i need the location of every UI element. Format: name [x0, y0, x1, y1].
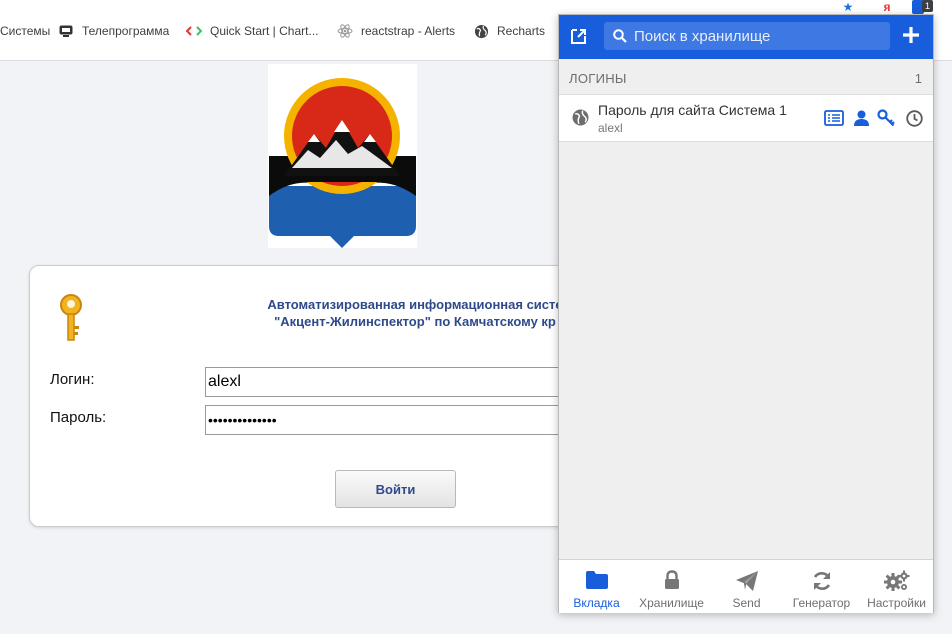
search-icon: [613, 29, 627, 48]
globe-icon: [473, 23, 489, 39]
bookmark-label: Телепрограмма: [82, 24, 170, 38]
vault-search-input[interactable]: Поиск в хранилище: [604, 22, 890, 50]
add-item-icon[interactable]: [902, 26, 924, 48]
password-manager-popup: Поиск в хранилище ЛОГИНЫ 1 Пароль для са…: [558, 14, 934, 613]
gears-icon: [859, 570, 934, 592]
login-item[interactable]: Пароль для сайта Система 1 alexl: [559, 94, 933, 142]
bookmark-label: Системы: [0, 24, 51, 38]
bookmark-label: reactstrap - Alerts: [361, 24, 456, 38]
section-count: 1: [914, 71, 922, 86]
password-input[interactable]: ••••••••••••••: [205, 405, 585, 435]
extension-badge: 1: [922, 0, 933, 12]
login-item-username: alexl: [598, 121, 623, 135]
key-icon: [58, 294, 84, 349]
login-item-name: Пароль для сайта Система 1: [598, 102, 787, 118]
nav-tab[interactable]: Вкладка: [559, 560, 634, 613]
bookmark-recharts[interactable]: Recharts: [473, 21, 545, 41]
search-placeholder: Поиск в хранилище: [634, 28, 771, 45]
lock-icon: [634, 570, 709, 592]
bookmark-reactstrap[interactable]: reactstrap - Alerts: [337, 21, 455, 41]
nav-vault-label: Хранилище: [639, 596, 704, 610]
login-submit-button[interactable]: Войти: [335, 470, 456, 508]
popup-header: Поиск в хранилище: [559, 15, 933, 59]
code-icon: [186, 23, 202, 39]
folder-icon: [559, 570, 634, 592]
login-panel: Автоматизированная информационная систе …: [29, 265, 591, 527]
popup-bottom-nav: Вкладка Хранилище Send Генератор Настрой…: [559, 559, 933, 613]
copy-password-icon[interactable]: [876, 109, 896, 127]
nav-settings-label: Настройки: [867, 596, 926, 610]
view-details-icon[interactable]: [824, 109, 844, 127]
kamchatka-emblem: [268, 64, 417, 248]
nav-generator-label: Генератор: [792, 596, 851, 610]
nav-send[interactable]: Send: [709, 560, 784, 613]
popout-icon[interactable]: [569, 26, 591, 48]
bookmark-label: Recharts: [497, 24, 546, 38]
tv-icon: [58, 23, 74, 39]
yandex-icon[interactable]: я: [880, 0, 894, 14]
atom-icon: [337, 23, 353, 39]
nav-settings[interactable]: Настройки: [859, 560, 934, 613]
login-label: Логин:: [50, 371, 95, 388]
bookmark-label: Quick Start | Chart...: [210, 24, 319, 38]
nav-vault[interactable]: Хранилище: [634, 560, 709, 613]
send-icon: [709, 570, 784, 592]
refresh-icon: [784, 570, 859, 592]
bookmark-systems[interactable]: Системы: [0, 21, 50, 41]
nav-send-label: Send: [732, 596, 761, 610]
globe-icon: [572, 109, 589, 131]
nav-tab-label: Вкладка: [573, 596, 620, 610]
login-input[interactable]: alexl: [205, 367, 585, 397]
nav-generator[interactable]: Генератор: [784, 560, 859, 613]
totp-clock-icon[interactable]: [904, 109, 924, 127]
section-title: ЛОГИНЫ: [569, 71, 627, 86]
logins-section-header: ЛОГИНЫ 1: [559, 59, 933, 94]
bookmark-quick-start[interactable]: Quick Start | Chart...: [186, 21, 318, 41]
password-label: Пароль:: [50, 409, 107, 426]
bookmark-tv-program[interactable]: Телепрограмма: [58, 21, 169, 41]
copy-username-icon[interactable]: [851, 109, 871, 127]
star-icon[interactable]: ★: [838, 0, 858, 14]
